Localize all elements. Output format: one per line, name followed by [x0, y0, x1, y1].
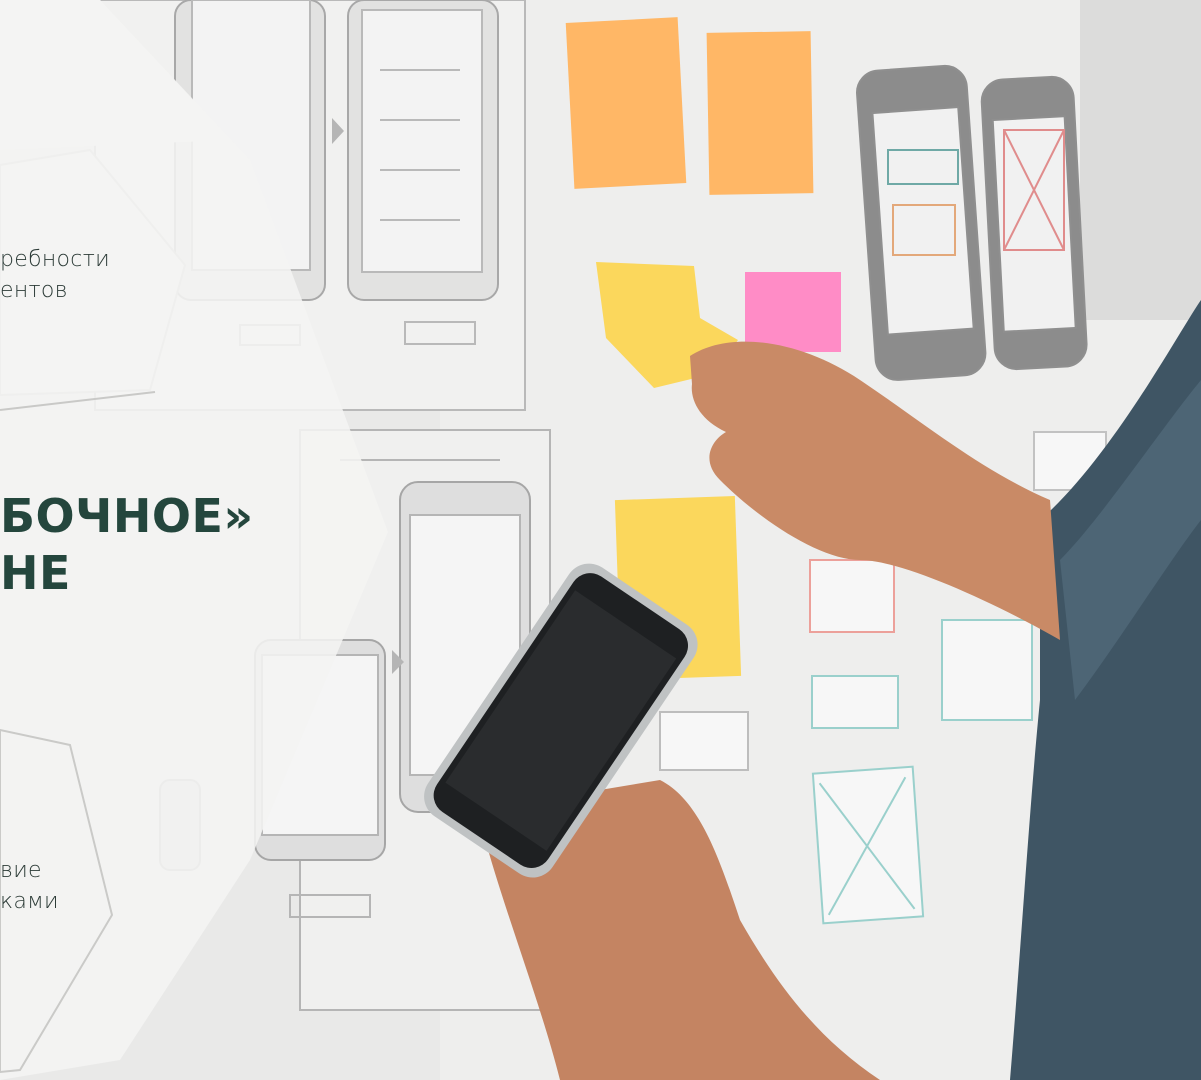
- panel-needs-line-2: ентов: [0, 278, 68, 303]
- panel-teamwork-text: вие ками: [0, 855, 59, 917]
- panel-teamwork-line-1: вие: [0, 858, 42, 883]
- sticky-note-orange-2: [706, 31, 814, 195]
- sticky-note-pink: [745, 272, 841, 352]
- headline-line-1: БОЧНОЕ»: [0, 489, 254, 543]
- wall-window-glow: [1080, 0, 1201, 320]
- sticky-note-orange-1: [565, 17, 687, 189]
- headline: БОЧНОЕ» НЕ: [0, 488, 254, 602]
- panel-needs-line-1: ребности: [0, 247, 110, 272]
- headline-line-2: НЕ: [0, 546, 71, 600]
- panel-teamwork-line-2: ками: [0, 889, 59, 914]
- panel-needs-text: ребности ентов: [0, 244, 110, 306]
